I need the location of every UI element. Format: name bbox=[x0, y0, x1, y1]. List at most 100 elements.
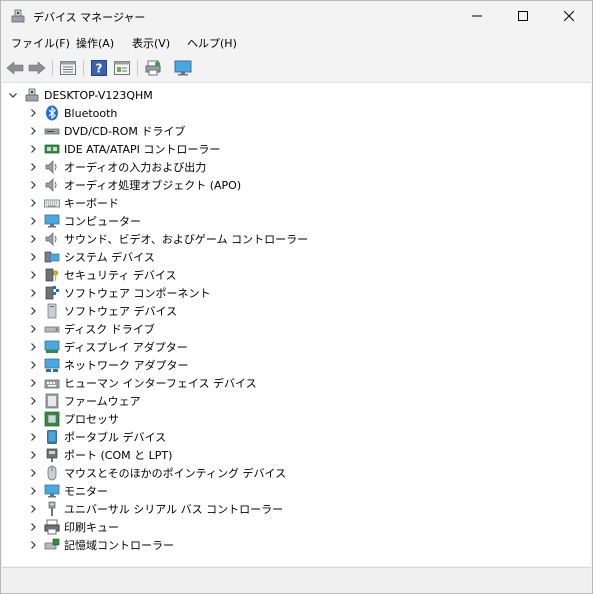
tree-item[interactable]: ヒューマン インターフェイス デバイス bbox=[28, 374, 257, 392]
tree-item[interactable]: Bluetooth bbox=[28, 104, 117, 122]
chevron-right-icon[interactable] bbox=[28, 396, 38, 406]
chevron-right-icon[interactable] bbox=[28, 540, 38, 550]
tree-item-label: ユニバーサル シリアル バス コントローラー bbox=[64, 503, 284, 516]
chevron-right-icon[interactable] bbox=[28, 216, 38, 226]
menu-file[interactable]: ファイル(F) bbox=[11, 35, 70, 51]
minimize-icon bbox=[472, 15, 482, 17]
tree-item[interactable]: ディスプレイ アダプター bbox=[28, 338, 188, 356]
window-title: デバイス マネージャー bbox=[33, 11, 146, 24]
tree-item-label: Bluetooth bbox=[64, 106, 118, 120]
keyboard-icon bbox=[44, 195, 60, 211]
menu-action[interactable]: 操作(A) bbox=[76, 35, 114, 51]
tree-item-label: ポータブル デバイス bbox=[64, 431, 167, 444]
chevron-right-icon[interactable] bbox=[28, 504, 38, 514]
tree-item[interactable]: ソフトウェア コンポーネント bbox=[28, 284, 211, 302]
portable-device-icon bbox=[44, 429, 60, 445]
scan-hardware-button[interactable] bbox=[173, 58, 193, 78]
hid-icon bbox=[44, 375, 60, 391]
tree-root-label: DESKTOP-V123QHM bbox=[44, 88, 153, 102]
monitor-icon bbox=[44, 483, 60, 499]
tree-item[interactable]: ファームウェア bbox=[28, 392, 141, 410]
minimize-button[interactable] bbox=[454, 1, 500, 31]
speaker-icon bbox=[44, 177, 60, 193]
tree-item[interactable]: セキュリティ デバイス bbox=[28, 266, 177, 284]
close-button[interactable] bbox=[546, 1, 592, 31]
port-icon bbox=[44, 447, 60, 463]
chevron-right-icon[interactable] bbox=[28, 342, 38, 352]
tree-item[interactable]: システム デバイス bbox=[28, 248, 155, 266]
chevron-right-icon[interactable] bbox=[28, 432, 38, 442]
chevron-right-icon[interactable] bbox=[28, 198, 38, 208]
toolbar-separator bbox=[52, 60, 53, 76]
back-icon bbox=[6, 61, 24, 75]
print-button[interactable] bbox=[143, 58, 163, 78]
chevron-right-icon[interactable] bbox=[28, 180, 38, 190]
display-adapter-icon bbox=[44, 339, 60, 355]
tree-item[interactable]: 記憶域コントローラー bbox=[28, 536, 174, 554]
chevron-right-icon[interactable] bbox=[28, 324, 38, 334]
tree-item[interactable]: 印刷キュー bbox=[28, 518, 119, 536]
tree-item[interactable]: ポータブル デバイス bbox=[28, 428, 166, 446]
tree-item[interactable]: サウンド、ビデオ、およびゲーム コントローラー bbox=[28, 230, 308, 248]
tree-item[interactable]: ユニバーサル シリアル バス コントローラー bbox=[28, 500, 283, 518]
tree-item[interactable]: キーボード bbox=[28, 194, 119, 212]
chevron-right-icon[interactable] bbox=[28, 378, 38, 388]
system-device-icon bbox=[44, 249, 60, 265]
chevron-right-icon[interactable] bbox=[28, 270, 38, 280]
tree-item[interactable]: オーディオの入力および出力 bbox=[28, 158, 206, 176]
back-button[interactable] bbox=[5, 58, 25, 78]
tree-item[interactable]: オーディオ処理オブジェクト (APO) bbox=[28, 176, 241, 194]
chevron-right-icon[interactable] bbox=[28, 486, 38, 496]
chevron-right-icon[interactable] bbox=[28, 144, 38, 154]
close-icon bbox=[564, 11, 574, 21]
chevron-right-icon[interactable] bbox=[28, 252, 38, 262]
tree-item[interactable]: マウスとそのほかのポインティング デバイス bbox=[28, 464, 286, 482]
print-icon bbox=[145, 60, 161, 76]
properties-button[interactable] bbox=[58, 58, 78, 78]
help-icon: ? bbox=[91, 60, 107, 76]
tree-item-label: キーボード bbox=[64, 197, 119, 210]
tree-item[interactable]: DVD/CD-ROM ドライブ bbox=[28, 122, 185, 140]
tree-item-label: オーディオの入力および出力 bbox=[64, 161, 207, 174]
security-key-icon bbox=[44, 267, 60, 283]
chevron-right-icon[interactable] bbox=[28, 450, 38, 460]
help-button[interactable]: ? bbox=[89, 58, 109, 78]
chevron-right-icon[interactable] bbox=[28, 306, 38, 316]
chevron-right-icon[interactable] bbox=[28, 288, 38, 298]
tree-item-label: ディスク ドライブ bbox=[64, 323, 155, 336]
maximize-icon bbox=[518, 11, 528, 21]
tree-item[interactable]: ソフトウェア デバイス bbox=[28, 302, 177, 320]
svg-text:?: ? bbox=[96, 62, 103, 76]
monitor-icon bbox=[44, 213, 60, 229]
tree-item-label: プロセッサ bbox=[64, 413, 119, 426]
tree-item[interactable]: コンピューター bbox=[28, 212, 141, 230]
chevron-right-icon[interactable] bbox=[28, 126, 38, 136]
tree-item-label: ヒューマン インターフェイス デバイス bbox=[64, 377, 257, 390]
tree-item[interactable]: モニター bbox=[28, 482, 108, 500]
chevron-right-icon[interactable] bbox=[28, 414, 38, 424]
tree-item[interactable]: プロセッサ bbox=[28, 410, 119, 428]
chevron-right-icon[interactable] bbox=[28, 162, 38, 172]
title-bar[interactable]: デバイス マネージャー bbox=[1, 1, 592, 31]
firmware-icon bbox=[44, 393, 60, 409]
chevron-right-icon[interactable] bbox=[28, 468, 38, 478]
tree-item[interactable]: ディスク ドライブ bbox=[28, 320, 155, 338]
maximize-button[interactable] bbox=[500, 1, 546, 31]
forward-button[interactable] bbox=[27, 58, 47, 78]
chevron-right-icon[interactable] bbox=[28, 234, 38, 244]
chevron-right-icon[interactable] bbox=[28, 522, 38, 532]
chevron-right-icon[interactable] bbox=[28, 360, 38, 370]
chevron-right-icon[interactable] bbox=[28, 108, 38, 118]
chevron-down-icon[interactable] bbox=[8, 90, 18, 100]
menu-view[interactable]: 表示(V) bbox=[132, 35, 170, 51]
tree-item[interactable]: ポート (COM と LPT) bbox=[28, 446, 172, 464]
menu-help[interactable]: ヘルプ(H) bbox=[187, 35, 237, 51]
tree-item[interactable]: IDE ATA/ATAPI コントローラー bbox=[28, 140, 220, 158]
tree-item[interactable]: ネットワーク アダプター bbox=[28, 356, 189, 374]
view-button[interactable] bbox=[112, 58, 132, 78]
mouse-icon bbox=[44, 465, 60, 481]
tree-item-label: セキュリティ デバイス bbox=[64, 269, 177, 282]
tree-item-label: 印刷キュー bbox=[64, 521, 119, 534]
network-adapter-icon bbox=[44, 357, 60, 373]
tree-root[interactable]: DESKTOP-V123QHM bbox=[8, 86, 153, 104]
